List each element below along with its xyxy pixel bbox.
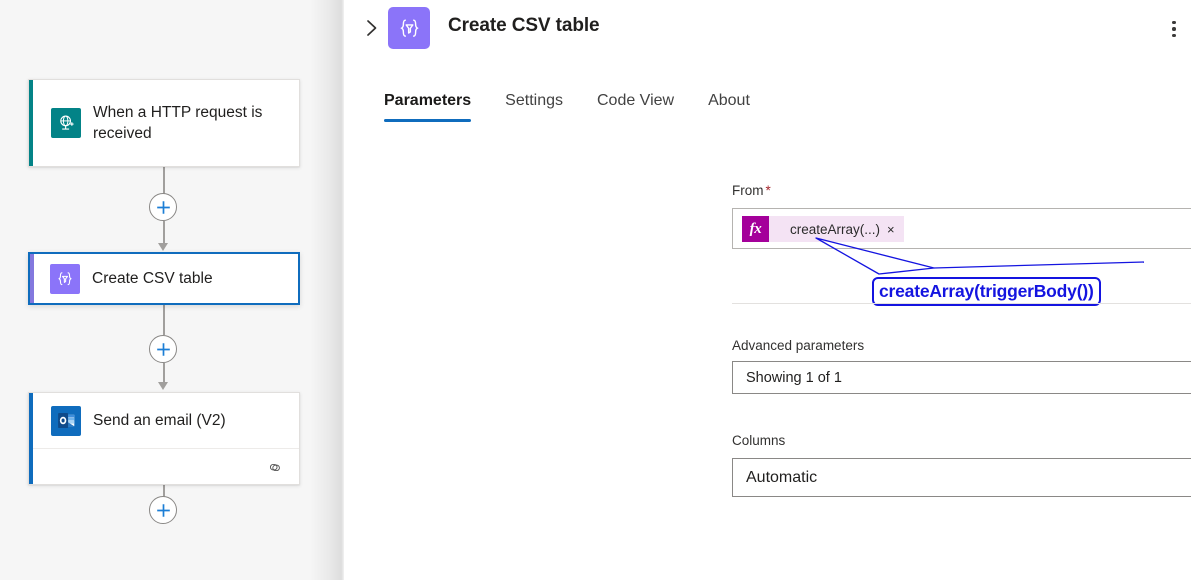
workflow-node-send-email[interactable]: Send an email (V2)	[28, 392, 300, 485]
columns-label: Columns	[732, 433, 786, 448]
tab-code-view[interactable]: Code View	[597, 92, 674, 122]
node-accent-bar	[29, 393, 33, 484]
chevron-right-glyph	[367, 20, 377, 36]
node-accent-bar	[29, 80, 33, 166]
section-divider	[732, 303, 1191, 304]
tab-settings[interactable]: Settings	[505, 92, 563, 122]
workflow-node-create-csv-table[interactable]: Create CSV table	[28, 252, 300, 305]
columns-dropdown[interactable]: Automatic	[732, 458, 1191, 497]
node-accent-bar	[30, 254, 34, 303]
workflow-node-http-trigger[interactable]: When a HTTP request is received	[28, 79, 300, 167]
braces-funnel-glyph	[58, 271, 72, 285]
node-title: Send an email (V2)	[93, 411, 226, 429]
globe-glyph	[59, 115, 74, 130]
add-step-after-email[interactable]	[149, 496, 177, 524]
add-step-after-trigger[interactable]	[149, 193, 177, 221]
from-field-label: From *	[732, 183, 771, 198]
dot	[1172, 33, 1176, 38]
link-icon[interactable]	[266, 461, 283, 474]
advanced-parameters-value: Showing 1 of 1	[746, 369, 842, 386]
canvas-edge-shadow	[310, 0, 344, 580]
panel-tabs: Parameters Settings Code View About	[384, 92, 784, 122]
dot	[1172, 27, 1176, 31]
connector-line	[163, 221, 165, 244]
action-details-panel: Create CSV table Parameters Settings Cod…	[344, 0, 1191, 580]
advanced-parameters-label: Advanced parameters	[732, 338, 865, 353]
connector-line	[163, 363, 165, 383]
expression-token[interactable]: fx createArray(...) ×	[742, 216, 904, 242]
braces-funnel-glyph	[399, 18, 419, 37]
from-label-text: From	[732, 183, 764, 198]
tab-parameters[interactable]: Parameters	[384, 92, 472, 122]
workflow-designer-canvas[interactable]: When a HTTP request is received Create C…	[0, 0, 344, 580]
columns-value: Automatic	[746, 468, 818, 486]
connector-line	[163, 305, 165, 335]
data-operation-icon	[388, 7, 430, 49]
from-input[interactable]: fx createArray(...) ×	[732, 208, 1191, 249]
fx-icon: fx	[742, 216, 769, 242]
remove-token-button[interactable]: ×	[887, 223, 904, 236]
node-title: When a HTTP request is received	[93, 103, 263, 142]
plus-icon	[156, 342, 170, 356]
expression-token-label: createArray(...)	[790, 221, 881, 237]
more-vertical-icon[interactable]	[1160, 14, 1188, 44]
tab-about[interactable]: About	[708, 92, 750, 122]
add-step-after-csv[interactable]	[149, 335, 177, 363]
annotation-callout: createArray(triggerBody())	[872, 277, 1101, 306]
plus-icon	[156, 503, 170, 517]
advanced-parameters-dropdown[interactable]: Showing 1 of 1	[732, 361, 1191, 394]
panel-header: Create CSV table	[344, 0, 1191, 58]
outlook-icon	[51, 405, 81, 436]
node-title: Create CSV table	[92, 269, 213, 287]
plus-icon	[156, 200, 170, 214]
http-request-icon	[51, 108, 81, 138]
app-root: When a HTTP request is received Create C…	[0, 0, 1191, 580]
required-marker: *	[765, 183, 771, 198]
page-title: Create CSV table	[448, 15, 600, 36]
connector-arrow	[158, 243, 168, 251]
chevron-right-icon[interactable]	[358, 13, 386, 43]
node-footer	[29, 448, 299, 485]
dot	[1172, 20, 1176, 25]
outlook-glyph	[57, 412, 74, 429]
annotation-text: createArray(triggerBody())	[879, 281, 1094, 301]
data-operation-icon	[50, 263, 80, 294]
connector-arrow	[158, 382, 168, 390]
